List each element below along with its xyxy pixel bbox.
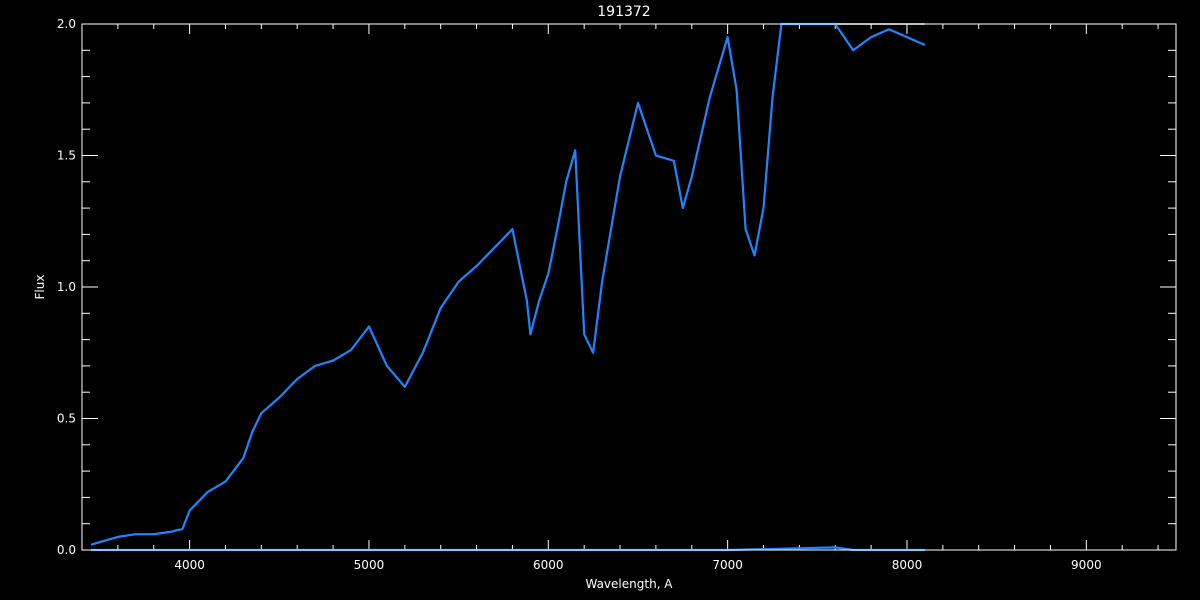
y-tick-label: 1.5 — [57, 149, 76, 163]
y-axis-label: Flux — [33, 275, 47, 300]
x-tick-label: 8000 — [892, 558, 923, 572]
y-tick-label: 2.0 — [57, 17, 76, 31]
y-tick-label: 0.5 — [57, 412, 76, 426]
series-layer — [90, 22, 926, 552]
axis-ticks: 4000 5000 6000 7000 8000 9000 0.0 0.5 1.0 1.5 2.0 — [57, 17, 1176, 572]
spectrum-chart: 191372 4000 5000 6000 7000 8000 9000 0.0 0.5 1.0… — [33, 4, 1177, 591]
series-line-1 — [90, 23, 925, 546]
x-tick-label: 7000 — [712, 558, 743, 572]
x-tick-label: 9000 — [1071, 558, 1102, 572]
series-line-2 — [90, 22, 926, 546]
plot-frame — [81, 23, 1177, 551]
x-axis-label: Wavelength, A — [585, 577, 673, 591]
chart-title: 191372 — [597, 4, 650, 20]
x-tick-label: 6000 — [533, 558, 564, 572]
y-tick-label: 0.0 — [57, 543, 76, 557]
y-tick-label: 1.0 — [57, 280, 76, 294]
x-tick-label: 4000 — [174, 558, 205, 572]
x-tick-label: 5000 — [354, 558, 385, 572]
